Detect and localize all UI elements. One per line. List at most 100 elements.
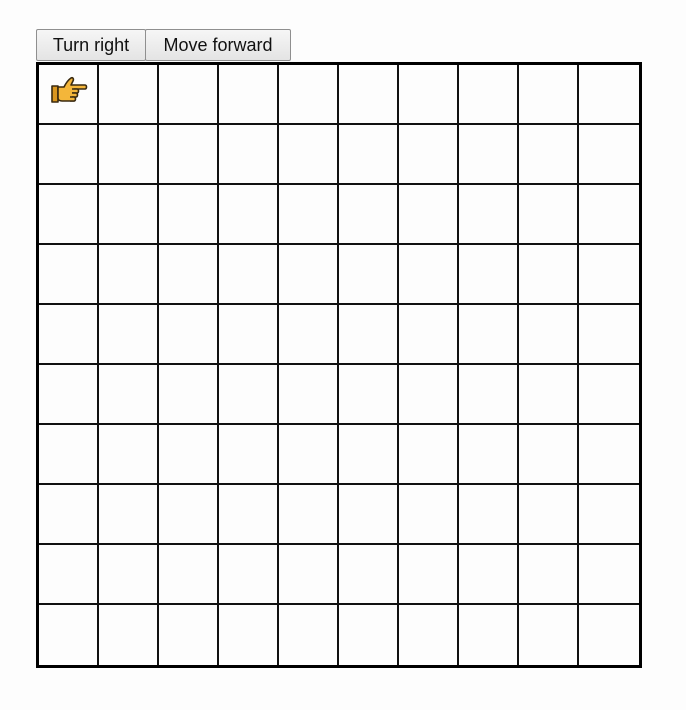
grid-cell bbox=[339, 125, 399, 185]
grid-cell bbox=[579, 485, 639, 545]
grid-cell bbox=[279, 605, 339, 665]
grid-cell bbox=[99, 365, 159, 425]
grid-cell bbox=[579, 425, 639, 485]
grid-cell bbox=[399, 125, 459, 185]
grid-cell bbox=[519, 185, 579, 245]
grid-cell bbox=[99, 545, 159, 605]
grid-cell bbox=[279, 305, 339, 365]
grid-cell bbox=[579, 125, 639, 185]
grid-cell bbox=[399, 605, 459, 665]
grid-cell bbox=[219, 125, 279, 185]
grid-cell bbox=[219, 185, 279, 245]
grid-cell bbox=[579, 365, 639, 425]
grid-cell bbox=[99, 245, 159, 305]
grid-cell bbox=[339, 485, 399, 545]
grid-cell bbox=[579, 545, 639, 605]
grid-cell bbox=[99, 485, 159, 545]
grid-cell bbox=[459, 245, 519, 305]
grid-cell bbox=[339, 65, 399, 125]
grid-cell bbox=[39, 425, 99, 485]
grid-cell bbox=[219, 65, 279, 125]
grid-cell bbox=[219, 245, 279, 305]
grid-cell bbox=[159, 545, 219, 605]
grid-cell bbox=[159, 605, 219, 665]
grid-cell bbox=[339, 605, 399, 665]
grid-cell bbox=[519, 485, 579, 545]
grid-cell bbox=[339, 185, 399, 245]
game-board bbox=[36, 62, 642, 668]
grid-cell bbox=[399, 545, 459, 605]
grid-cell bbox=[279, 365, 339, 425]
grid-cell bbox=[219, 485, 279, 545]
grid-cell bbox=[279, 125, 339, 185]
grid-cell-pointer bbox=[39, 65, 99, 125]
grid-cell bbox=[399, 305, 459, 365]
grid-cell bbox=[159, 125, 219, 185]
grid-cell bbox=[39, 605, 99, 665]
grid-cell bbox=[99, 305, 159, 365]
grid-cell bbox=[519, 125, 579, 185]
grid-cell bbox=[159, 485, 219, 545]
grid-cell bbox=[159, 365, 219, 425]
grid-cell bbox=[399, 245, 459, 305]
grid-cell bbox=[279, 425, 339, 485]
grid-cell bbox=[39, 185, 99, 245]
grid-cell bbox=[519, 305, 579, 365]
pointing-hand-right-icon bbox=[51, 76, 88, 103]
grid-cell bbox=[579, 185, 639, 245]
move-forward-button[interactable]: Move forward bbox=[145, 29, 291, 61]
grid-cell bbox=[159, 185, 219, 245]
grid-cell bbox=[519, 605, 579, 665]
grid-cell bbox=[159, 425, 219, 485]
grid-cell bbox=[279, 245, 339, 305]
grid-cell bbox=[339, 545, 399, 605]
grid-cell bbox=[339, 425, 399, 485]
grid-cell bbox=[219, 605, 279, 665]
grid-cell bbox=[459, 365, 519, 425]
grid-cell bbox=[519, 245, 579, 305]
grid-cell bbox=[39, 125, 99, 185]
grid-cell bbox=[459, 425, 519, 485]
grid-cell bbox=[99, 425, 159, 485]
grid-cell bbox=[39, 485, 99, 545]
grid-cell bbox=[579, 605, 639, 665]
grid-cell bbox=[459, 65, 519, 125]
grid-cell bbox=[519, 365, 579, 425]
grid-cell bbox=[579, 65, 639, 125]
grid-cell bbox=[399, 185, 459, 245]
grid-cell bbox=[579, 245, 639, 305]
grid-cell bbox=[159, 245, 219, 305]
grid-cell bbox=[459, 125, 519, 185]
grid-cell bbox=[519, 65, 579, 125]
grid-cell bbox=[39, 365, 99, 425]
grid-cell bbox=[339, 365, 399, 425]
grid-cell bbox=[219, 365, 279, 425]
grid-cell bbox=[399, 485, 459, 545]
grid-cell bbox=[519, 425, 579, 485]
grid-cell bbox=[219, 545, 279, 605]
toolbar: Turn right Move forward bbox=[36, 29, 291, 61]
grid-cell bbox=[399, 425, 459, 485]
grid-cell bbox=[99, 605, 159, 665]
grid-cell bbox=[459, 185, 519, 245]
grid-cell bbox=[399, 65, 459, 125]
grid-cell bbox=[279, 65, 339, 125]
grid-cell bbox=[279, 545, 339, 605]
grid-cell bbox=[399, 365, 459, 425]
grid-cell bbox=[279, 185, 339, 245]
grid-cell bbox=[339, 245, 399, 305]
grid-cell bbox=[459, 485, 519, 545]
grid-cell bbox=[39, 245, 99, 305]
grid-cell bbox=[339, 305, 399, 365]
grid-cell bbox=[519, 545, 579, 605]
grid-cell bbox=[159, 65, 219, 125]
grid-cell bbox=[459, 545, 519, 605]
grid-cell bbox=[219, 305, 279, 365]
grid-cell bbox=[459, 305, 519, 365]
grid-cell bbox=[279, 485, 339, 545]
grid-cell bbox=[579, 305, 639, 365]
grid-cell bbox=[99, 125, 159, 185]
grid-cell bbox=[39, 545, 99, 605]
turn-right-button[interactable]: Turn right bbox=[36, 29, 146, 61]
grid-cell bbox=[459, 605, 519, 665]
